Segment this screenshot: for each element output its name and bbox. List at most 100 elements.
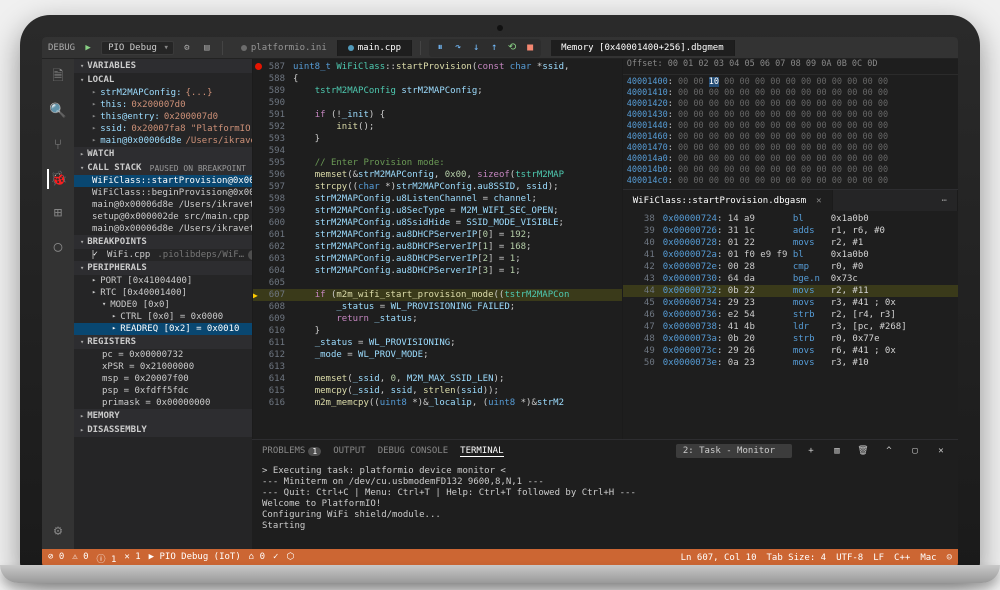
status-item[interactable]: ⬡ [286, 552, 294, 565]
variable-item[interactable]: ▸ main@0x00006d8e /Users/ikravets… [74, 135, 252, 147]
start-debug-icon[interactable]: ▶ [81, 41, 95, 55]
restart-icon[interactable]: ⟲ [505, 41, 519, 55]
stop-icon[interactable]: ■ [523, 41, 537, 55]
code-line[interactable]: 604 strM2MAPConfig.au8DHCPServerIP[3] = … [253, 265, 622, 277]
explorer-icon[interactable]: 🗎 [48, 67, 68, 87]
memory-row[interactable]: 400014a0: 00 00 00 00 00 00 00 00 00 00 … [627, 154, 954, 165]
code-line[interactable]: 603 strM2MAPConfig.au8DHCPServerIP[2] = … [253, 253, 622, 265]
callstack-section[interactable]: ▾CALL STACKPAUSED ON BREAKPOINT [74, 161, 252, 175]
peripheral-item[interactable]: ▸ RTC [0x40001400] [74, 287, 252, 299]
editor-tab[interactable]: WiFiClass::startProvision.dbgasm ✕ [623, 190, 833, 211]
disasm-line[interactable]: 460x00000736: e2 54 strb r2, [r4, r3] [623, 309, 958, 321]
local-scope[interactable]: ▾Local [74, 73, 252, 87]
status-item[interactable]: ✓ [273, 552, 278, 565]
code-line[interactable]: 594 [253, 145, 622, 157]
disasm-line[interactable]: 400x00000728: 01 22 movs r2, #1 [623, 237, 958, 249]
disasm-line[interactable]: 490x0000073c: 29 26 movs r6, #41 ; 0x [623, 345, 958, 357]
variable-item[interactable]: ▸ this@entry: 0x200007d0 [74, 111, 252, 123]
code-line[interactable]: 611 _status = WL_PROVISIONING; [253, 337, 622, 349]
disasm-line[interactable]: 380x00000724: 14 a9 bl 0x1a0b0 [623, 213, 958, 225]
register-item[interactable]: primask = 0x00000000 [74, 397, 252, 409]
step-into-icon[interactable]: ↓ [469, 41, 483, 55]
stack-frame[interactable]: WiFiClass::beginProvision@0x00000… [74, 187, 252, 199]
variable-item[interactable]: ▸ this: 0x200007d0 [74, 99, 252, 111]
memory-row[interactable]: 400014c0: 00 00 00 00 00 00 00 00 00 00 … [627, 176, 954, 187]
disassembly-view[interactable]: 380x00000724: 14 a9 bl 0x1a0b0 390x00000… [623, 211, 958, 439]
code-line[interactable]: 587uint8_t WiFiClass::startProvision(con… [253, 61, 622, 73]
status-item[interactable]: Tab Size: 4 [767, 553, 827, 563]
memory-row[interactable]: 40001410: 00 00 00 00 00 00 00 00 00 00 … [627, 88, 954, 99]
kill-terminal-icon[interactable]: 🗑 [856, 444, 870, 458]
terminal-task-select[interactable]: 2: Task - Monitor [676, 444, 792, 458]
editor-tab[interactable]: Memory [0x40001400+256].dbgmem [551, 40, 735, 56]
status-item[interactable]: ✕ 1 [124, 552, 140, 565]
more-actions-icon[interactable]: ⋯ [932, 190, 958, 211]
step-over-icon[interactable]: ↷ [451, 41, 465, 55]
memory-row[interactable]: 40001400: 00 00 10 00 00 00 00 00 00 00 … [627, 77, 954, 88]
disasm-line[interactable]: 440x00000732: 0b 22 movs r2, #11 [623, 285, 958, 297]
breakpoint-item[interactable]: WiFi.cpp.piolibdeps/WiF…588 [74, 249, 252, 261]
code-line[interactable]: 609 return _status; [253, 313, 622, 325]
stack-frame[interactable]: WiFiClass::startProvision@0x00000… [74, 175, 252, 187]
disasm-line[interactable]: 430x00000730: 64 da bge.n 0x73c [623, 273, 958, 285]
register-item[interactable]: pc = 0x00000732 [74, 349, 252, 361]
close-panel-icon[interactable]: ✕ [934, 444, 948, 458]
code-line[interactable]: 592 init(); [253, 121, 622, 133]
maximize-panel-icon[interactable]: ^ [882, 444, 896, 458]
code-line[interactable]: 596 memset(&strM2MAPConfig, 0x00, sizeof… [253, 169, 622, 181]
code-line[interactable]: 588{ [253, 73, 622, 85]
variables-section[interactable]: ▾VARIABLES [74, 59, 252, 73]
debug-view-icon[interactable]: 🐞 [47, 169, 67, 189]
checkbox-icon[interactable] [92, 250, 94, 259]
status-item[interactable]: ☺ [947, 553, 952, 563]
code-line[interactable]: 599 strM2MAPConfig.u8SecType = M2M_WIFI_… [253, 205, 622, 217]
debug-console-tab[interactable]: DEBUG CONSOLE [378, 446, 448, 456]
debug-config-select[interactable]: PIO Debug [101, 41, 174, 55]
peripheral-register[interactable]: ▸ CTRL [0x0] = 0x0000 [74, 311, 252, 323]
memory-view[interactable]: 40001400: 00 00 10 00 00 00 00 00 00 00 … [623, 75, 958, 189]
code-line[interactable]: 602 strM2MAPConfig.au8DHCPServerIP[1] = … [253, 241, 622, 253]
code-line[interactable]: 600 strM2MAPConfig.u8SsidHide = SSID_MOD… [253, 217, 622, 229]
gear-icon[interactable]: ⚙ [180, 41, 194, 55]
code-line[interactable]: 601 strM2MAPConfig.au8DHCPServerIP[0] = … [253, 229, 622, 241]
code-line[interactable]: 593 } [253, 133, 622, 145]
editor-tab[interactable]: main.cpp [338, 40, 412, 56]
new-terminal-icon[interactable]: + [804, 444, 818, 458]
memory-row[interactable]: 40001470: 00 00 00 00 00 00 00 00 00 00 … [627, 143, 954, 154]
status-item[interactable]: ⚠ 0 [72, 552, 88, 565]
status-item[interactable]: Mac [920, 553, 936, 563]
split-terminal-icon[interactable]: ▥ [830, 444, 844, 458]
terminal-output[interactable]: > Executing task: platformio device moni… [252, 462, 958, 549]
code-line[interactable]: 595 // Enter Provision mode: [253, 157, 622, 169]
disasm-line[interactable]: 410x0000072a: 01 f0 e9 f9 bl 0x1a0b0 [623, 249, 958, 261]
code-line[interactable]: 598 strM2MAPConfig.u8ListenChannel = cha… [253, 193, 622, 205]
registers-section[interactable]: ▾REGISTERS [74, 335, 252, 349]
memory-row[interactable]: 40001420: 00 00 00 00 00 00 00 00 00 00 … [627, 99, 954, 110]
breakpoints-section[interactable]: ▾BREAKPOINTS [74, 235, 252, 249]
peripheral-item[interactable]: ▸ PORT [0x41004400] [74, 275, 252, 287]
code-line[interactable]: 614 memset(_ssid, 0, M2M_MAX_SSID_LEN); [253, 373, 622, 385]
code-line[interactable]: 605 [253, 277, 622, 289]
code-editor[interactable]: 587uint8_t WiFiClass::startProvision(con… [253, 59, 622, 439]
stack-frame[interactable]: main@0x00006d8e /Users/ikravets… [74, 223, 252, 235]
console-icon[interactable]: ▤ [200, 41, 214, 55]
stack-frame[interactable]: main@0x00006d8e /Users/ikravets… [74, 199, 252, 211]
disassembly-section[interactable]: ▸DISASSEMBLY [74, 423, 252, 437]
variable-item[interactable]: ▸ ssid: 0x20007fa8 "PlatformIO-31…" [74, 123, 252, 135]
variable-item[interactable]: ▸ strM2MAPConfig: {...} [74, 87, 252, 99]
peripheral-register[interactable]: ▾ MODE0 [0x0] [74, 299, 252, 311]
peripherals-section[interactable]: ▾PERIPHERALS [74, 261, 252, 275]
code-line[interactable]: 590 [253, 97, 622, 109]
step-out-icon[interactable]: ↑ [487, 41, 501, 55]
memory-row[interactable]: 40001430: 00 00 00 00 00 00 00 00 00 00 … [627, 110, 954, 121]
status-item[interactable]: ⌂ 0 [249, 552, 265, 565]
status-item[interactable]: ⊘ 0 [48, 552, 64, 565]
code-line[interactable]: 615 memcpy(_ssid, ssid, strlen(ssid)); [253, 385, 622, 397]
status-item[interactable]: LF [873, 553, 884, 563]
status-item[interactable]: ▶ PIO Debug (IoT) [149, 552, 241, 565]
output-tab[interactable]: OUTPUT [333, 446, 366, 456]
terminal-tab[interactable]: TERMINAL [460, 446, 503, 457]
disasm-line[interactable]: 470x00000738: 41 4b ldr r3, [pc, #268] [623, 321, 958, 333]
status-item[interactable]: ⓘ 1 [97, 552, 117, 565]
disasm-line[interactable]: 390x00000726: 31 1c adds r1, r6, #0 [623, 225, 958, 237]
